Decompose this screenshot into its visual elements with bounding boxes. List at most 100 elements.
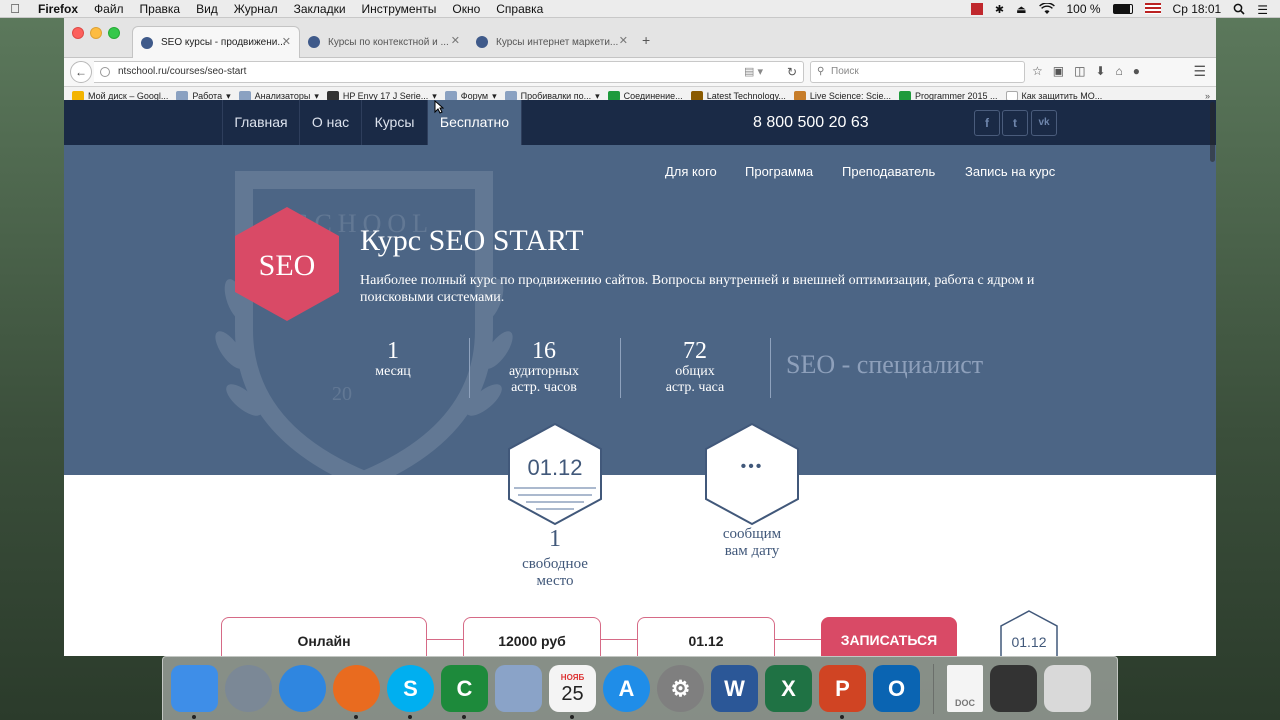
document-icon[interactable]: DOC	[947, 665, 983, 712]
calendar-month: НОЯБ	[560, 672, 585, 682]
navigation-bar: ← ntschool.ru/courses/seo-start ▤ ▾ ↻ ⚲ …	[64, 58, 1216, 87]
powerpoint-icon[interactable]: P	[819, 665, 866, 719]
chat-icon[interactable]: ●	[1133, 64, 1140, 78]
skype-icon[interactable]: S	[387, 665, 434, 719]
reload-icon[interactable]: ↻	[787, 62, 797, 82]
dock-separator	[933, 663, 934, 714]
camtasia-icon[interactable]: C	[441, 665, 488, 719]
url-bar[interactable]: ntschool.ru/courses/seo-start ▤ ▾ ↻	[94, 61, 804, 83]
connector-line	[775, 639, 821, 640]
system-preferences-icon[interactable]: ⚙	[657, 665, 704, 712]
close-tab-icon[interactable]: ✕	[619, 34, 628, 47]
seats-count: 1	[549, 526, 561, 552]
menubar-item-edit[interactable]: Правка	[132, 2, 189, 16]
menubar-item-bookmarks[interactable]: Закладки	[286, 2, 354, 16]
url-text[interactable]: ntschool.ru/courses/seo-start	[118, 66, 246, 77]
notification-center-icon[interactable]: ☰	[1257, 3, 1268, 17]
page-scrollbar[interactable]	[1208, 100, 1216, 656]
reader-view-icon[interactable]: ▤ ▾	[744, 62, 763, 82]
word-icon[interactable]: W	[711, 665, 758, 712]
stat-label: месяц	[375, 364, 411, 379]
trash-icon[interactable]	[1044, 665, 1091, 712]
zoom-window-button[interactable]	[108, 27, 120, 39]
search-placeholder: Поиск	[831, 66, 859, 77]
menubar-item-history[interactable]: Журнал	[226, 2, 286, 16]
tab-context-courses[interactable]: Курсы по контекстной и ... ✕	[300, 26, 468, 58]
running-indicator	[192, 715, 196, 719]
menubar-app-name[interactable]: Firefox	[30, 2, 86, 16]
enroll-button[interactable]: ЗАПИСАТЬСЯ	[821, 617, 957, 656]
price-pill: 12000 руб	[463, 617, 601, 656]
anchor-teacher[interactable]: Преподаватель	[842, 164, 935, 179]
input-icon[interactable]: ⏏	[1016, 3, 1026, 16]
connector-line	[601, 639, 637, 640]
menubar-item-view[interactable]: Вид	[188, 2, 226, 16]
close-window-button[interactable]	[72, 27, 84, 39]
home-icon[interactable]: ⌂	[1116, 64, 1123, 78]
bluetooth-icon[interactable]: ✱	[995, 3, 1004, 16]
search-icon: ⚲	[817, 66, 825, 77]
next-date-text: 01.12	[1011, 634, 1046, 650]
tab-title: Курсы интернет маркети...	[496, 36, 619, 48]
anchor-for-whom[interactable]: Для кого	[665, 164, 717, 179]
preview-icon[interactable]	[495, 665, 542, 712]
firefox-icon[interactable]	[333, 665, 380, 719]
stat-duration: 1 месяц	[318, 338, 468, 380]
ntschool-favicon	[308, 36, 320, 48]
battery-icon[interactable]	[1112, 3, 1133, 14]
back-button[interactable]: ←	[70, 61, 92, 83]
pocket-icon[interactable]: ◫	[1074, 64, 1085, 78]
stat-label: аудиторных	[508, 364, 580, 379]
close-tab-icon[interactable]: ✕	[282, 35, 291, 48]
bookmark-star-icon[interactable]: ☆	[1032, 64, 1043, 78]
excel-icon[interactable]: X	[765, 665, 812, 712]
nav-home[interactable]: Главная	[222, 100, 300, 145]
close-tab-icon[interactable]: ✕	[451, 34, 460, 47]
spotlight-icon[interactable]	[1233, 3, 1245, 15]
tab-marketing-courses[interactable]: Курсы интернет маркети... ✕	[468, 26, 636, 58]
vk-icon[interactable]: vk	[1031, 110, 1057, 136]
search-input[interactable]: ⚲ Поиск	[810, 61, 1025, 83]
menubar-item-window[interactable]: Окно	[444, 2, 488, 16]
minimize-window-button[interactable]	[90, 27, 102, 39]
apple-icon[interactable]: 	[0, 1, 30, 16]
new-tab-button[interactable]: +	[642, 32, 650, 48]
safari-icon[interactable]	[279, 665, 326, 712]
finder-icon[interactable]	[171, 665, 218, 719]
date-pill: 01.12	[637, 617, 775, 656]
launchpad-icon[interactable]	[225, 665, 272, 712]
twitter-icon[interactable]: t	[1002, 110, 1028, 136]
browser-window: SEO курсы - продвижени... ✕ Курсы по кон…	[64, 18, 1216, 656]
next-date-hex[interactable]: 01.12	[999, 609, 1059, 656]
anchor-enroll[interactable]: Запись на курс	[965, 164, 1055, 179]
scrollbar-thumb[interactable]	[1210, 102, 1215, 162]
nav-courses[interactable]: Курсы	[362, 100, 428, 145]
app-store-icon[interactable]: A	[603, 665, 650, 712]
calendar-icon[interactable]: НОЯБ 25	[549, 665, 596, 719]
outlook-icon[interactable]: O	[873, 665, 920, 712]
reading-list-icon[interactable]: ▣	[1053, 64, 1064, 78]
tab-seo-courses[interactable]: SEO курсы - продвижени... ✕	[132, 26, 300, 58]
anchor-program[interactable]: Программа	[745, 164, 813, 179]
site-top-nav: Главная О нас Курсы Бесплатно 8 800 500 …	[64, 100, 1216, 145]
screen-recorder-icon[interactable]	[990, 665, 1037, 712]
seo-badge-text: SEO	[259, 249, 316, 282]
battery-percent: 100 %	[1066, 1, 1101, 16]
stat-divider	[770, 338, 771, 398]
wifi-icon[interactable]	[1038, 2, 1055, 15]
menubar-clock[interactable]: Ср 18:01	[1173, 2, 1222, 16]
menubar-item-file[interactable]: Файл	[86, 2, 132, 16]
us-flag-icon[interactable]	[1144, 3, 1161, 14]
facebook-icon[interactable]: f	[974, 110, 1000, 136]
phone-number[interactable]: 8 800 500 20 63	[753, 100, 869, 145]
format-pill: Онлайн	[221, 617, 427, 656]
menubar-item-help[interactable]: Справка	[488, 2, 551, 16]
stat-number: 16	[532, 338, 556, 364]
downloads-icon[interactable]: ⬇	[1095, 64, 1105, 78]
nav-about[interactable]: О нас	[300, 100, 362, 145]
site-info-icon[interactable]	[100, 67, 110, 77]
seats-label: свободное место	[494, 556, 616, 590]
menubar-item-tools[interactable]: Инструменты	[354, 2, 445, 16]
hamburger-menu-icon[interactable]: ☰	[1193, 63, 1206, 80]
recording-icon[interactable]	[970, 2, 983, 15]
